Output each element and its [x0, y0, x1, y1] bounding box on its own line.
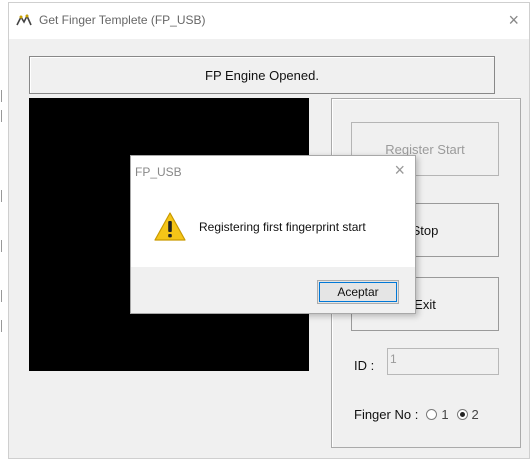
window-close-icon[interactable]: × [508, 11, 519, 29]
title-bar: Get Finger Templete (FP_USB) × [9, 3, 529, 39]
finger-option-1-label: 1 [441, 407, 449, 422]
dialog-title: FP_USB [135, 165, 182, 179]
message-dialog: FP_USB × Registering first fingerprint s… [130, 155, 416, 314]
radio-icon [426, 409, 438, 420]
finger-option-1[interactable]: 1 [426, 407, 449, 422]
status-bar: FP Engine Opened. [29, 56, 495, 94]
fingerprint-app-icon [16, 14, 32, 26]
exit-label: Exit [414, 296, 436, 312]
warning-icon [154, 212, 186, 241]
radio-checked-icon [456, 409, 468, 420]
finger-option-2-label: 2 [471, 407, 479, 422]
status-text: FP Engine Opened. [205, 67, 319, 83]
finger-option-2[interactable]: 2 [456, 407, 479, 422]
dialog-message: Registering first fingerprint start [199, 220, 366, 234]
accept-label: Aceptar [337, 285, 379, 299]
finger-no-label: Finger No : [354, 407, 419, 422]
dialog-close-icon[interactable]: × [394, 161, 405, 179]
dialog-footer: Aceptar [131, 267, 415, 313]
window-title: Get Finger Templete (FP_USB) [39, 13, 206, 27]
accept-button[interactable]: Aceptar [317, 280, 399, 304]
id-label: ID : [354, 358, 375, 373]
finger-no-group: Finger No : 1 2 [354, 407, 479, 422]
background-document-edge [0, 40, 8, 460]
id-input[interactable]: 1 [387, 348, 499, 375]
